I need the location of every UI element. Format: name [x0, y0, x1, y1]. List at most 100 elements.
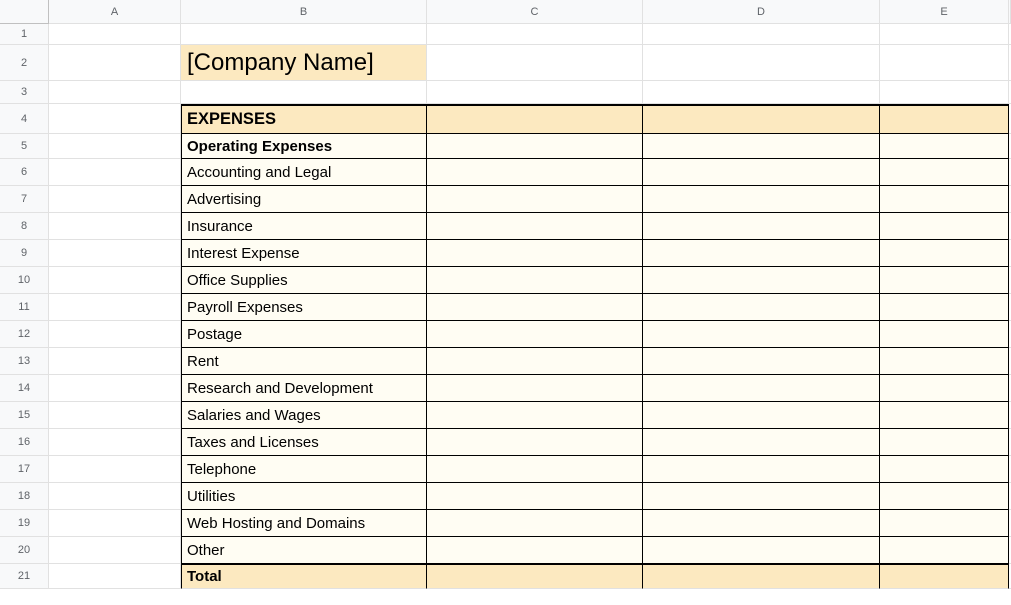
cell-A9[interactable] — [49, 240, 181, 267]
cell-D13[interactable] — [643, 348, 880, 375]
cell-E14[interactable] — [880, 375, 1009, 402]
expense-item[interactable]: Telephone — [181, 456, 427, 483]
cell-A8[interactable] — [49, 213, 181, 240]
select-all-corner[interactable] — [0, 0, 49, 24]
cell-C17[interactable] — [427, 456, 643, 483]
cell-E11[interactable] — [880, 294, 1009, 321]
expense-item[interactable]: Web Hosting and Domains — [181, 510, 427, 537]
cell-E5[interactable] — [880, 134, 1009, 159]
row-header-2[interactable]: 2 — [0, 45, 49, 81]
cell-E21[interactable] — [880, 564, 1009, 589]
cell-E10[interactable] — [880, 267, 1009, 294]
cell-A18[interactable] — [49, 483, 181, 510]
expense-item[interactable]: Insurance — [181, 213, 427, 240]
expense-item[interactable]: Other — [181, 537, 427, 564]
cell-A11[interactable] — [49, 294, 181, 321]
total-cell[interactable]: Total — [181, 564, 427, 589]
cell-A4[interactable] — [49, 104, 181, 134]
row-header-3[interactable]: 3 — [0, 81, 49, 104]
cell-C21[interactable] — [427, 564, 643, 589]
cell-E3[interactable] — [880, 81, 1009, 104]
operating-expenses-cell[interactable]: Operating Expenses — [181, 134, 427, 159]
cell-E19[interactable] — [880, 510, 1009, 537]
cell-C20[interactable] — [427, 537, 643, 564]
cell-D11[interactable] — [643, 294, 880, 321]
cell-C15[interactable] — [427, 402, 643, 429]
col-header-E[interactable]: E — [880, 0, 1009, 24]
cell-D8[interactable] — [643, 213, 880, 240]
cell-E1[interactable] — [880, 24, 1009, 45]
company-name-cell[interactable]: [Company Name] — [181, 45, 427, 81]
cell-A2[interactable] — [49, 45, 181, 81]
row-header-9[interactable]: 9 — [0, 240, 49, 267]
row-header-12[interactable]: 12 — [0, 321, 49, 348]
cell-E13[interactable] — [880, 348, 1009, 375]
cell-E18[interactable] — [880, 483, 1009, 510]
cell-A12[interactable] — [49, 321, 181, 348]
cell-D16[interactable] — [643, 429, 880, 456]
cell-D6[interactable] — [643, 159, 880, 186]
row-header-18[interactable]: 18 — [0, 483, 49, 510]
cell-C1[interactable] — [427, 24, 643, 45]
expenses-header-cell[interactable]: EXPENSES — [181, 104, 427, 134]
cell-A1[interactable] — [49, 24, 181, 45]
cell-C13[interactable] — [427, 348, 643, 375]
cell-D21[interactable] — [643, 564, 880, 589]
cell-D2[interactable] — [643, 45, 880, 81]
cell-E8[interactable] — [880, 213, 1009, 240]
cell-D3[interactable] — [643, 81, 880, 104]
cell-C4[interactable] — [427, 104, 643, 134]
cell-A19[interactable] — [49, 510, 181, 537]
cell-C2[interactable] — [427, 45, 643, 81]
cell-C18[interactable] — [427, 483, 643, 510]
cell-A14[interactable] — [49, 375, 181, 402]
col-header-D[interactable]: D — [643, 0, 880, 24]
cell-A20[interactable] — [49, 537, 181, 564]
row-header-11[interactable]: 11 — [0, 294, 49, 321]
cell-D19[interactable] — [643, 510, 880, 537]
cell-E17[interactable] — [880, 456, 1009, 483]
cell-C5[interactable] — [427, 134, 643, 159]
cell-A6[interactable] — [49, 159, 181, 186]
cell-E2[interactable] — [880, 45, 1009, 81]
row-header-20[interactable]: 20 — [0, 537, 49, 564]
row-header-21[interactable]: 21 — [0, 564, 49, 589]
row-header-13[interactable]: 13 — [0, 348, 49, 375]
cell-B3[interactable] — [181, 81, 427, 104]
cell-D18[interactable] — [643, 483, 880, 510]
expense-item[interactable]: Office Supplies — [181, 267, 427, 294]
cell-D10[interactable] — [643, 267, 880, 294]
cell-D15[interactable] — [643, 402, 880, 429]
cell-A13[interactable] — [49, 348, 181, 375]
expense-item[interactable]: Taxes and Licenses — [181, 429, 427, 456]
row-header-1[interactable]: 1 — [0, 24, 49, 45]
cell-A10[interactable] — [49, 267, 181, 294]
cell-C9[interactable] — [427, 240, 643, 267]
cell-A17[interactable] — [49, 456, 181, 483]
cell-C16[interactable] — [427, 429, 643, 456]
row-header-19[interactable]: 19 — [0, 510, 49, 537]
cell-D7[interactable] — [643, 186, 880, 213]
cell-D12[interactable] — [643, 321, 880, 348]
cell-A5[interactable] — [49, 134, 181, 159]
expense-item[interactable]: Rent — [181, 348, 427, 375]
row-header-5[interactable]: 5 — [0, 134, 49, 159]
cell-E9[interactable] — [880, 240, 1009, 267]
cell-D17[interactable] — [643, 456, 880, 483]
cell-C12[interactable] — [427, 321, 643, 348]
cell-C8[interactable] — [427, 213, 643, 240]
cell-D4[interactable] — [643, 104, 880, 134]
cell-E15[interactable] — [880, 402, 1009, 429]
cell-A15[interactable] — [49, 402, 181, 429]
expense-item[interactable]: Interest Expense — [181, 240, 427, 267]
expense-item[interactable]: Advertising — [181, 186, 427, 213]
cell-D5[interactable] — [643, 134, 880, 159]
expense-item[interactable]: Salaries and Wages — [181, 402, 427, 429]
row-header-17[interactable]: 17 — [0, 456, 49, 483]
cell-C10[interactable] — [427, 267, 643, 294]
cell-C3[interactable] — [427, 81, 643, 104]
cell-D20[interactable] — [643, 537, 880, 564]
row-header-6[interactable]: 6 — [0, 159, 49, 186]
expense-item[interactable]: Payroll Expenses — [181, 294, 427, 321]
cell-E16[interactable] — [880, 429, 1009, 456]
